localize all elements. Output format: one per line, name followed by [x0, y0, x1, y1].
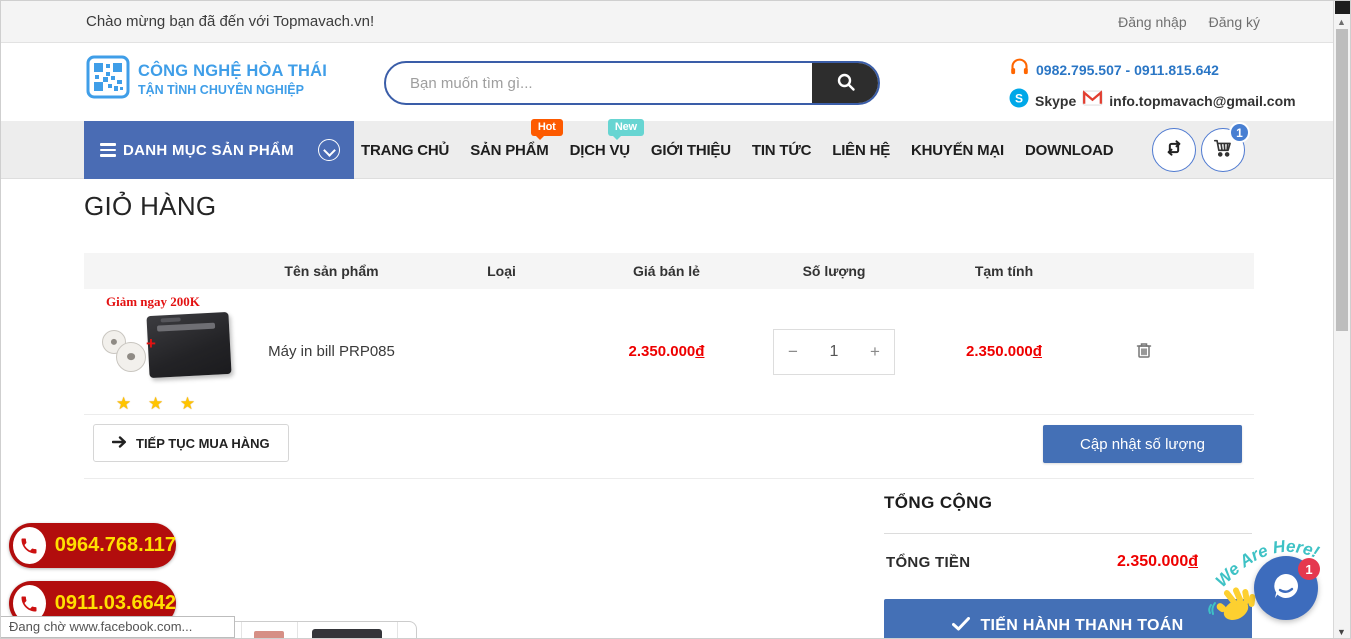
- cart-icon: [1212, 137, 1234, 164]
- nav-item-contact[interactable]: LIÊN HỆ: [832, 142, 890, 159]
- total-label: TỔNG TIỀN: [886, 553, 971, 571]
- product-price: 2.350.000đ: [628, 343, 705, 360]
- col-quantity: Số lượng: [802, 263, 866, 279]
- compare-button[interactable]: [1152, 128, 1196, 172]
- nav-item-download[interactable]: DOWNLOAD: [1025, 142, 1114, 159]
- page: Chào mừng bạn đã đến với Topmavach.vn! Đ…: [0, 0, 1351, 639]
- section-divider: [84, 478, 1254, 479]
- chat-unread-badge: 1: [1298, 558, 1320, 580]
- currency-symbol: đ: [1032, 343, 1042, 360]
- main-nav: DANH MỤC SẢN PHẨM TRANG CHỦ SẢN PHẨM Hot …: [1, 118, 1350, 179]
- paper-roll-image: [116, 341, 146, 372]
- cart-table-header: Tên sản phẩm Loại Giá bán lẻ Số lượng Tạ…: [84, 253, 1254, 289]
- currency-symbol: đ: [1188, 553, 1198, 570]
- contact-block: 0982.795.507 - 0911.815.642 S Skype info…: [1009, 57, 1296, 118]
- search-input[interactable]: [386, 63, 812, 103]
- nav-menu: TRANG CHỦ SẢN PHẨM Hot DỊCH VỤ New GIỚI TH…: [361, 118, 1114, 179]
- hotline-number-1: 0964.768.117: [54, 534, 176, 556]
- trash-icon: [1136, 343, 1152, 362]
- page-title: GIỎ HÀNG: [84, 191, 217, 221]
- quantity-value[interactable]: 1: [812, 343, 856, 361]
- cart-item-row: Giảm ngay 200K + ★ ★ ★ Máy in bill PRP08…: [84, 289, 1254, 415]
- topbar: Chào mừng bạn đã đến với Topmavach.vn! Đ…: [1, 1, 1350, 43]
- phone-icon: [13, 527, 46, 564]
- header: CÔNG NGHỆ HÒA THÁI TẬN TÌNH CHUYÊN NGHIỆ…: [1, 43, 1350, 121]
- window-corner: [1335, 1, 1350, 14]
- total-value: 2.350.000đ: [1117, 553, 1198, 570]
- hotline-numbers[interactable]: 0982.795.507 - 0911.815.642: [1036, 62, 1219, 78]
- currency-symbol: đ: [695, 343, 705, 360]
- quantity-increase-button[interactable]: +: [856, 342, 894, 362]
- contact-email[interactable]: info.topmavach@gmail.com: [1109, 93, 1295, 109]
- search-bar: [384, 61, 880, 105]
- product-subtotal: 2.350.000đ: [966, 343, 1042, 360]
- login-link[interactable]: Đăng nhập: [1118, 14, 1187, 30]
- logo-line2: TẬN TÌNH CHUYÊN NGHIỆP: [138, 83, 304, 97]
- search-button[interactable]: [812, 63, 878, 103]
- product-name[interactable]: Máy in bill PRP085: [249, 343, 414, 360]
- hamburger-icon: [100, 143, 116, 157]
- remove-item-button[interactable]: [1136, 341, 1152, 362]
- scroll-down-arrow[interactable]: ▼: [1337, 627, 1346, 637]
- arrow-right-icon: [111, 435, 127, 451]
- nav-action-buttons: 1: [1152, 122, 1250, 172]
- cart-count-badge: 1: [1229, 122, 1250, 143]
- quantity-decrease-button[interactable]: −: [774, 342, 812, 362]
- nav-item-about[interactable]: GIỚI THIỆU: [651, 142, 731, 159]
- cart-button[interactable]: 1: [1201, 122, 1250, 172]
- welcome-text: Chào mừng bạn đã đến với Topmavach.vn!: [86, 13, 375, 30]
- new-badge: New: [607, 118, 644, 140]
- update-quantity-button[interactable]: Cập nhật số lượng: [1043, 425, 1242, 463]
- hotline-pill-1[interactable]: 0964.768.117: [9, 523, 176, 568]
- hot-badge: Hot: [530, 118, 563, 140]
- product-image[interactable]: Giảm ngay 200K + ★ ★ ★: [94, 293, 236, 413]
- browser-status-bar: Đang chờ www.facebook.com...: [1, 616, 235, 638]
- product-promo-text: Giảm ngay 200K: [106, 293, 200, 309]
- col-product-name: Tên sản phẩm: [284, 263, 379, 279]
- compare-icon: [1164, 138, 1184, 163]
- nav-item-news[interactable]: TIN TỨC: [752, 142, 812, 159]
- printer-image: [146, 311, 232, 378]
- hotline-headset-icon: [1009, 57, 1030, 83]
- catalog-label: DANH MỤC SẢN PHẨM: [123, 141, 294, 159]
- nav-item-home[interactable]: TRANG CHỦ: [361, 142, 449, 159]
- catalog-menu-button[interactable]: DANH MỤC SẢN PHẨM: [84, 121, 354, 179]
- check-icon: [952, 616, 971, 636]
- auth-links: Đăng nhập Đăng ký: [1118, 14, 1260, 30]
- cart-table: Tên sản phẩm Loại Giá bán lẻ Số lượng Tạ…: [84, 253, 1254, 415]
- logo[interactable]: CÔNG NGHỆ HÒA THÁI TẬN TÌNH CHUYÊN NGHIỆ…: [86, 55, 327, 104]
- skype-icon: S: [1009, 88, 1029, 113]
- nav-item-promo[interactable]: KHUYẾN MẠI: [911, 142, 1004, 159]
- totals-heading: TỔNG CỘNG: [884, 493, 993, 512]
- col-type: Loại: [487, 263, 516, 279]
- skype-label[interactable]: Skype: [1035, 93, 1076, 109]
- waving-hand-icon: [1208, 587, 1256, 621]
- chevron-down-icon: [318, 139, 340, 161]
- logo-text: CÔNG NGHỆ HÒA THÁI TẬN TÌNH CHUYÊN NGHIỆ…: [138, 62, 327, 97]
- register-link[interactable]: Đăng ký: [1209, 14, 1260, 30]
- hotline-number-2: 0911.03.6642: [54, 592, 176, 614]
- nav-item-services[interactable]: DỊCH VỤ New: [570, 118, 644, 159]
- checkout-button[interactable]: TIẾN HÀNH THANH TOÁN: [884, 599, 1252, 638]
- search-icon: [836, 72, 856, 95]
- gmail-icon: [1082, 90, 1103, 111]
- quantity-stepper: − 1 +: [773, 328, 895, 375]
- qr-logo-icon: [86, 55, 130, 104]
- svg-text:S: S: [1015, 92, 1023, 106]
- product-stars: ★ ★ ★: [116, 393, 202, 413]
- totals-divider: [884, 533, 1252, 534]
- scrollbar-thumb[interactable]: [1336, 29, 1348, 331]
- totals-section: TỔNG CỘNG TỔNG TIỀN 2.350.000đ TIẾN HÀNH…: [884, 489, 1252, 638]
- logo-line1: CÔNG NGHỆ HÒA THÁI: [138, 62, 328, 80]
- col-subtotal: Tạm tính: [974, 263, 1034, 279]
- chat-bubble-icon: [1269, 569, 1303, 608]
- col-retail-price: Giá bán lẻ: [633, 263, 700, 279]
- scroll-up-arrow[interactable]: ▲: [1337, 17, 1346, 27]
- continue-shopping-button[interactable]: TIẾP TỤC MUA HÀNG: [93, 424, 289, 462]
- nav-item-products[interactable]: SẢN PHẨM Hot: [470, 118, 563, 159]
- scrollbar[interactable]: ▲ ▼: [1333, 1, 1350, 638]
- plus-decoration: +: [146, 333, 156, 353]
